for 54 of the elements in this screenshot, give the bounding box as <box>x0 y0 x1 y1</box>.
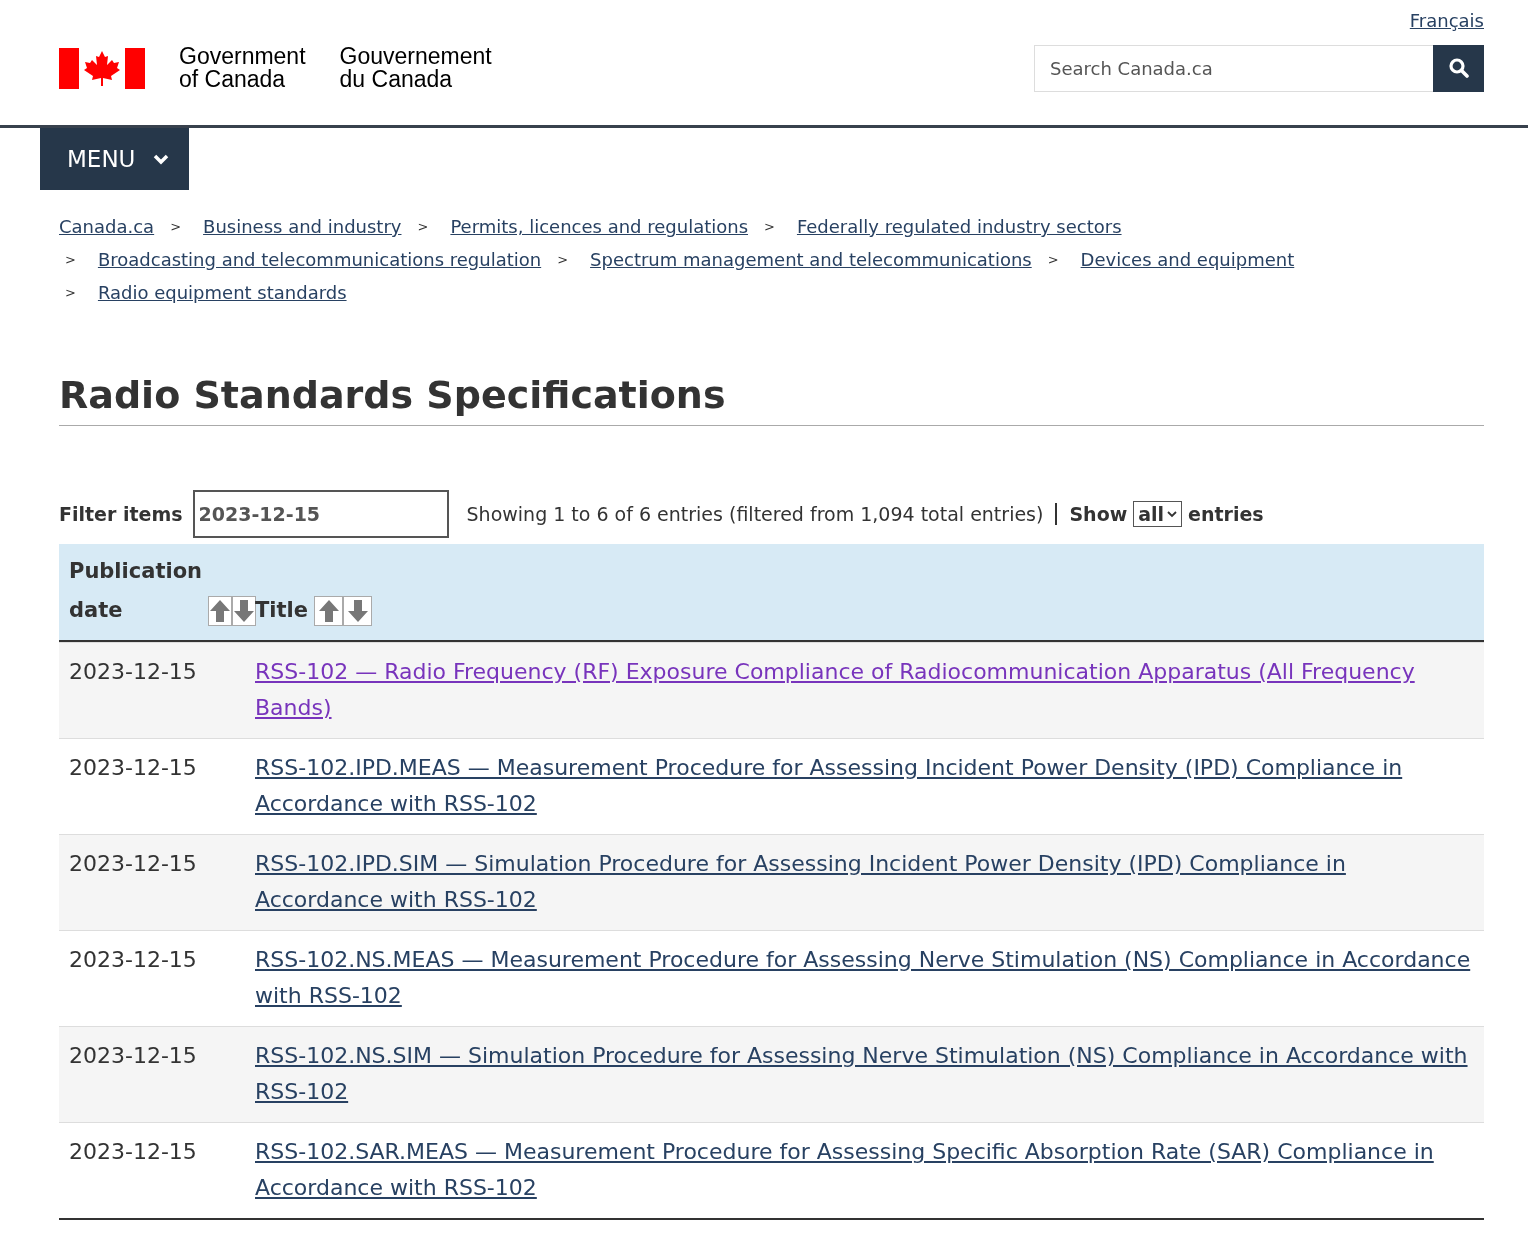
date-cell-text: 2023-12-15 <box>69 754 198 782</box>
title-link[interactable]: RSS-102.IPD.SIM — Simulation Procedure for Assessing Incident Power Density (IPD) Compliance in Accordance with RSS-102 <box>255 846 1474 918</box>
date-cell-text: 2023-12-15 <box>69 1042 198 1070</box>
title-link[interactable]: RSS-102.SAR.MEAS — Measurement Procedure for Assessing Specific Absorption Rate (SAR) Compliance in Accordance with RSS-102 <box>255 1134 1474 1206</box>
column-header: Publication date <box>69 558 202 624</box>
date-cell-text: 2023-12-15 <box>69 658 198 686</box>
filter-field[interactable]: 2023-12-15 <box>192 490 449 538</box>
search-field[interactable]: Search Canada.ca <box>1034 44 1433 92</box>
breadcrumb-link[interactable]: Radio equipment standards <box>97 282 347 303</box>
column-header: Title <box>255 597 308 624</box>
sort-ascending-button[interactable] <box>314 596 343 626</box>
breadcrumb-link[interactable]: Broadcasting and telecommunications regulation <box>97 249 542 270</box>
breadcrumb-link[interactable]: Canada.ca <box>59 216 155 237</box>
breadcrumb-link[interactable]: Permits, licences and regulations <box>450 216 748 237</box>
breadcrumb-separator: > <box>1047 252 1059 267</box>
up-arrow-icon <box>209 599 231 623</box>
breadcrumb-separator: > <box>764 219 775 234</box>
breadcrumb-link[interactable]: Devices and equipment <box>1080 249 1295 270</box>
brand-french: Gouvernement du Canada <box>339 45 492 91</box>
filter-label: Filter items <box>59 503 183 525</box>
entries-dropdown[interactable]: all <box>1133 501 1183 527</box>
date-cell-text: 2023-12-15 <box>69 1138 198 1166</box>
sort-descending-button[interactable] <box>343 596 372 626</box>
brand-english: Government of Canada <box>179 45 306 91</box>
down-arrow-icon <box>233 599 255 623</box>
breadcrumb-separator: > <box>170 219 182 234</box>
entries-label: entries <box>1188 503 1264 525</box>
sort-descending-button[interactable] <box>232 596 256 626</box>
breadcrumb-link[interactable]: Spectrum management and telecommunications <box>590 249 1032 270</box>
breadcrumb-separator: > <box>65 285 76 300</box>
breadcrumb-separator: > <box>557 252 569 267</box>
entries-info: Showing 1 to 6 of 6 entries (filtered from 1,094 total entries) <box>466 503 1058 525</box>
breadcrumb-separator: > <box>417 219 429 234</box>
breadcrumb-separator: > <box>65 252 76 267</box>
down-arrow-icon <box>346 599 369 623</box>
title-link[interactable]: RSS-102.NS.SIM — Simulation Procedure for Assessing Nerve Stimulation (NS) Compliance in Accordance with RSS-102 <box>255 1038 1474 1110</box>
date-cell-text: 2023-12-15 <box>69 946 198 974</box>
date-cell-text: 2023-12-15 <box>69 850 198 878</box>
page-title: Radio Standards Specifications <box>59 373 1484 426</box>
show-label: Show <box>1069 503 1128 525</box>
canada-flag-icon <box>59 47 145 89</box>
menu-button[interactable]: MENU <box>40 128 190 190</box>
sort-ascending-button[interactable] <box>208 596 232 626</box>
breadcrumb-link[interactable]: Business and industry <box>203 216 402 237</box>
language-link[interactable]: Français <box>1409 10 1484 31</box>
title-link[interactable]: RSS-102.NS.MEAS — Measurement Procedure for Assessing Nerve Stimulation (NS) Compliance in Accordance with RSS-102 <box>255 942 1474 1014</box>
breadcrumb-link[interactable]: Federally regulated industry sectors <box>796 216 1122 237</box>
chevron-icon <box>153 153 170 165</box>
title-link[interactable]: RSS-102 — Radio Frequency (RF) Exposure Compliance of Radiocommunication Apparatus (All Frequency Bands) <box>255 654 1474 726</box>
caret-icon <box>1167 510 1178 518</box>
search-icon <box>1448 58 1469 78</box>
up-arrow-icon <box>317 599 340 623</box>
title-link[interactable]: RSS-102.IPD.MEAS — Measurement Procedure for Assessing Incident Power Density (IPD) Compliance in Accordance with RSS-102 <box>255 750 1474 822</box>
search-button[interactable] <box>1433 44 1484 92</box>
